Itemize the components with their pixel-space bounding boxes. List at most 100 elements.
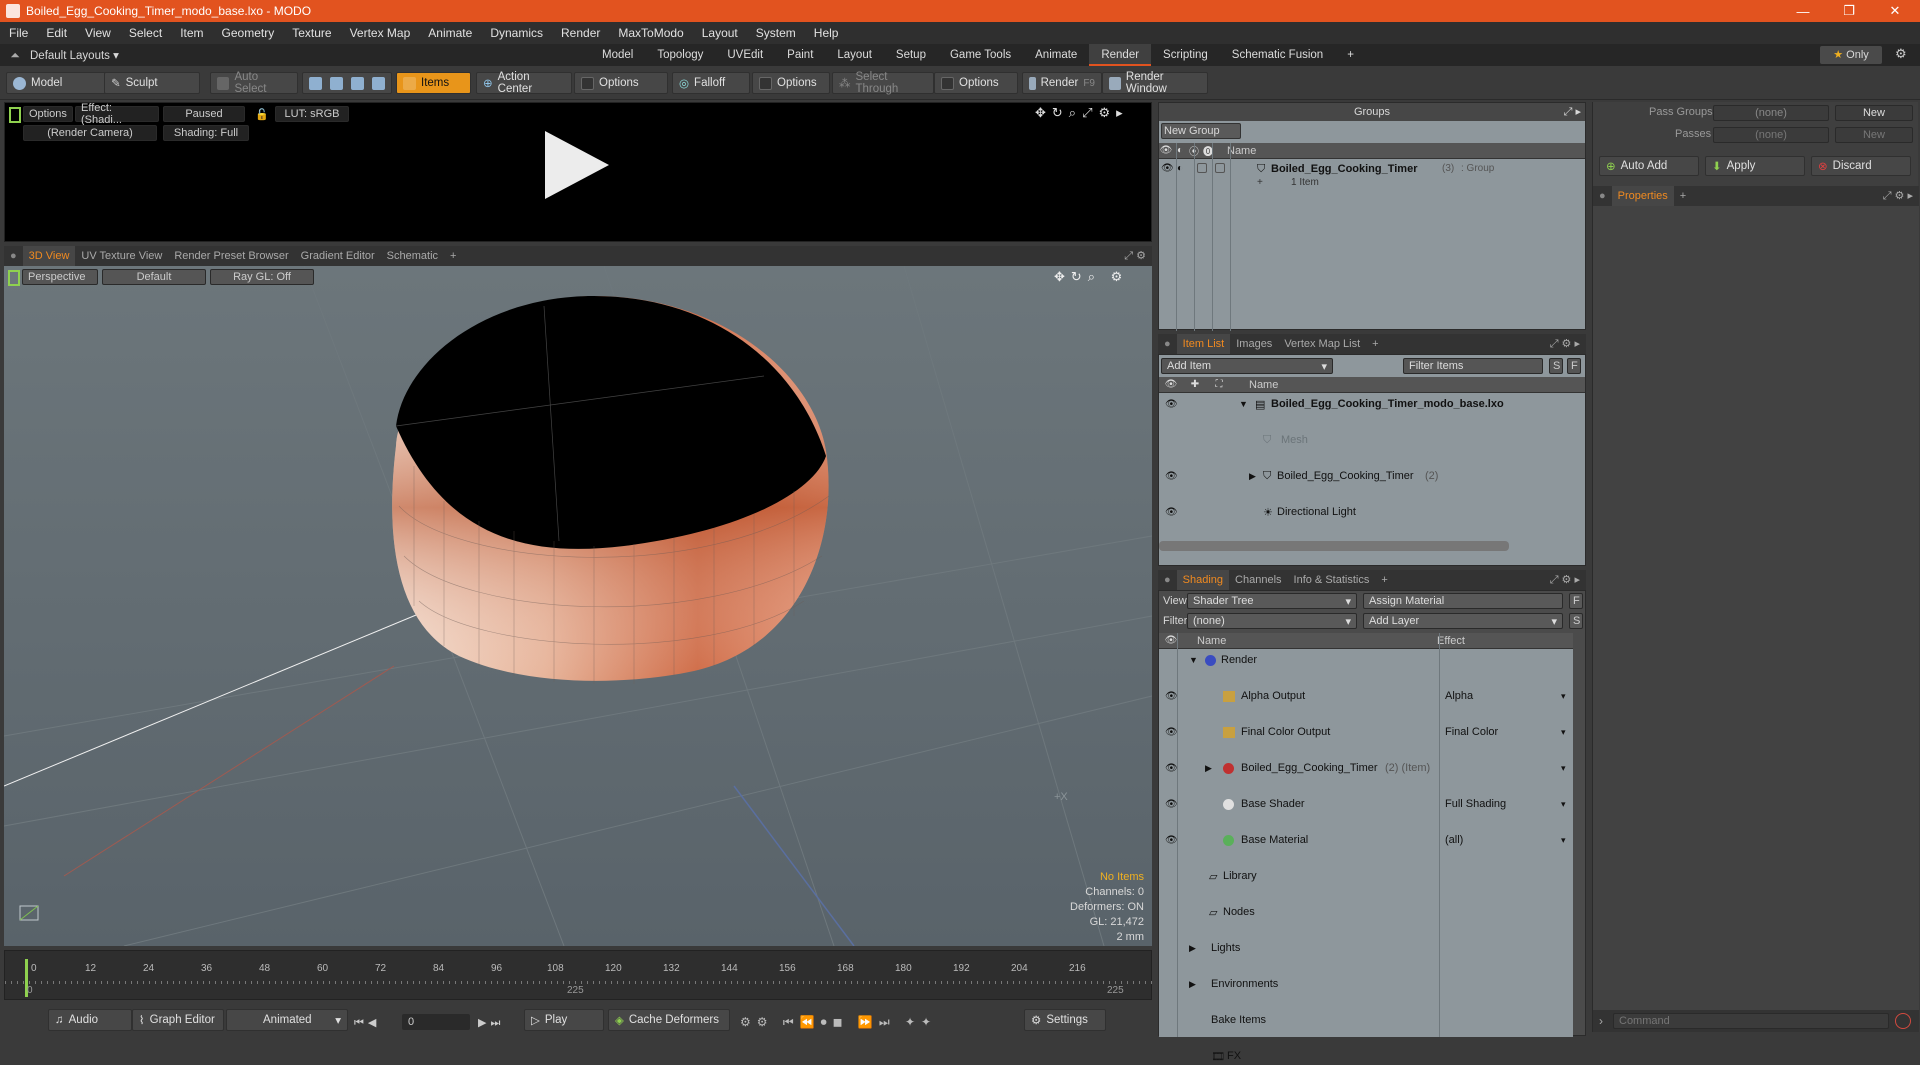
add-tab-icon[interactable]: + <box>444 246 462 266</box>
tab-layout[interactable]: Layout <box>825 44 884 66</box>
skip-forward-controls[interactable]: ▶⏭ <box>478 1016 504 1030</box>
select-box-icon[interactable] <box>1215 163 1225 173</box>
passes-dropdown[interactable]: (none) <box>1713 127 1829 143</box>
layout-preset-dropdown[interactable]: Default Layouts ▾ <box>30 48 590 62</box>
add-tab-icon[interactable]: + <box>1674 186 1692 206</box>
tab-uv-texture-view[interactable]: UV Texture View <box>75 246 168 266</box>
lock-icon[interactable]: ✚ <box>1183 379 1207 390</box>
render-window-button[interactable]: Render Window <box>1102 71 1208 95</box>
tab-paint[interactable]: Paint <box>775 44 825 66</box>
menu-geometry[interactable]: Geometry <box>213 26 284 40</box>
chevron-down-icon[interactable]: ▾ <box>1561 727 1566 738</box>
tab-properties[interactable]: Properties <box>1611 186 1674 206</box>
tab-uvedit[interactable]: UVEdit <box>715 44 775 66</box>
expand-icon[interactable]: ⤢ ▸ <box>1564 103 1581 121</box>
play-button[interactable]: ▷ Play <box>524 1009 604 1031</box>
visibility-eye-icon[interactable]: 👁 <box>1165 799 1178 810</box>
shader-row[interactable]: 👁 ▶ Boiled_Egg_Cooking_Timer (2) (Item) … <box>1159 759 1573 777</box>
shader-effect[interactable]: Final Color <box>1445 726 1498 738</box>
lock-icon[interactable]: ⦿ <box>1187 143 1201 158</box>
shader-row[interactable]: ▶ Lights <box>1159 939 1573 957</box>
shader-effect[interactable]: Alpha <box>1445 690 1473 702</box>
eye-icon[interactable]: 👁 <box>1159 379 1183 390</box>
tab-game-tools[interactable]: Game Tools <box>938 44 1023 66</box>
filter-dropdown[interactable]: (none) ▾ <box>1187 613 1357 629</box>
perspective-dropdown[interactable]: Perspective <box>22 269 98 285</box>
f-toggle[interactable]: F <box>1569 593 1583 609</box>
style-dropdown[interactable]: Default <box>102 269 206 285</box>
auto-add-button[interactable]: ⊕ Auto Add <box>1599 156 1699 176</box>
select-icon[interactable]: ⓿ <box>1201 143 1215 158</box>
link-icon[interactable]: ⛶ <box>1207 379 1231 390</box>
add-layout-tab-button[interactable]: + <box>1335 44 1366 66</box>
lock-icon[interactable]: 🔓 <box>255 108 269 121</box>
apply-button[interactable]: ⬇ Apply <box>1705 156 1805 176</box>
item-row[interactable]: 👁 ☀ Directional Light <box>1159 503 1585 521</box>
menu-select[interactable]: Select <box>120 26 171 40</box>
effect-dropdown[interactable]: Effect: (Shadi... <box>75 102 159 126</box>
add-tab-icon[interactable]: + <box>1366 334 1384 354</box>
shader-row[interactable]: 👁 Base Material (all) ▾ <box>1159 831 1573 849</box>
polygons-icon[interactable] <box>351 76 364 90</box>
render-camera-dropdown[interactable]: (Render Camera) <box>23 125 157 141</box>
items-mode-button[interactable]: Items <box>396 72 471 94</box>
s-toggle[interactable]: S <box>1569 613 1583 629</box>
chevron-down-icon[interactable]: ▾ <box>1561 691 1566 702</box>
expand-toggle-icon[interactable]: ▶ <box>1189 943 1196 954</box>
tab-channels[interactable]: Channels <box>1229 570 1287 590</box>
options-button[interactable]: Options <box>23 106 73 122</box>
tab-setup[interactable]: Setup <box>884 44 938 66</box>
visibility-eye-icon[interactable]: 👁 <box>1165 691 1178 702</box>
tab-topology[interactable]: Topology <box>645 44 715 66</box>
falloff-options-button[interactable]: Options <box>752 72 830 94</box>
menu-edit[interactable]: Edit <box>37 26 76 40</box>
shader-row[interactable]: 👁 Base Shader Full Shading ▾ <box>1159 795 1573 813</box>
key-controls[interactable]: ⚙⚙ ⏮⏪⏺◼ ⏩⏭ ✦✦ <box>740 1015 937 1030</box>
menu-system[interactable]: System <box>747 26 805 40</box>
menu-texture[interactable]: Texture <box>283 26 340 40</box>
discard-button[interactable]: ⊗ Discard <box>1811 156 1911 176</box>
falloff-button[interactable]: ◎ Falloff <box>672 72 750 94</box>
eye-icon[interactable]: 👁 <box>1159 635 1183 646</box>
preview-view-controls[interactable]: ✥↻⌕⤢⚙▸ <box>1035 105 1129 121</box>
visibility-eye-icon[interactable]: 👁 <box>1165 507 1178 518</box>
menu-item[interactable]: Item <box>171 26 212 40</box>
chevron-down-icon[interactable]: ▾ <box>1561 799 1566 810</box>
chevron-down-icon[interactable]: ▾ <box>1561 763 1566 774</box>
command-input[interactable] <box>1613 1013 1889 1029</box>
item-row[interactable]: 👁 ▼ ▤ Boiled_Egg_Cooking_Timer_modo_base… <box>1159 395 1585 413</box>
shader-row[interactable]: 👁 Final Color Output Final Color ▾ <box>1159 723 1573 741</box>
chevron-down-icon[interactable]: ▾ <box>1561 835 1566 846</box>
visibility-eye-icon[interactable]: 👁 <box>1165 399 1178 410</box>
sculpt-button[interactable]: ✎ Sculpt <box>104 72 200 94</box>
cache-deformers-button[interactable]: ◈ Cache Deformers <box>608 1009 730 1031</box>
menu-view[interactable]: View <box>76 26 120 40</box>
timeline[interactable]: 0 12 24 36 48 60 72 84 96 108 120 132 14… <box>4 950 1153 1000</box>
panel-options-icon[interactable]: ⤢ ⚙ ▸ <box>1544 334 1586 354</box>
select-through-options-button[interactable]: Options <box>934 72 1018 94</box>
menu-dynamics[interactable]: Dynamics <box>481 26 552 40</box>
view-dropdown[interactable]: Shader Tree ▾ <box>1187 593 1357 609</box>
tab-3d-view[interactable]: 3D View <box>22 246 76 266</box>
item-row[interactable]: 👁 ▶ ⛉ Boiled_Egg_Cooking_Timer (2) <box>1159 467 1585 485</box>
tab-scripting[interactable]: Scripting <box>1151 44 1220 66</box>
new-group-button[interactable]: New Group <box>1161 123 1241 139</box>
menu-file[interactable]: File <box>0 26 37 40</box>
minimize-button[interactable]: — <box>1780 0 1826 22</box>
tab-vertex-map-list[interactable]: Vertex Map List <box>1278 334 1366 354</box>
menu-vertex-map[interactable]: Vertex Map <box>341 26 420 40</box>
tab-schematic[interactable]: Schematic <box>381 246 444 266</box>
tab-shading[interactable]: Shading <box>1176 570 1230 590</box>
shading-dropdown[interactable]: Shading: Full <box>163 125 249 141</box>
layout-collapse-icon[interactable]: ⏶ <box>0 48 30 63</box>
panel-options-icon[interactable]: ⤢ ⚙ ▸ <box>1544 570 1586 590</box>
shader-effect[interactable]: (all) <box>1445 834 1463 846</box>
graph-editor-button[interactable]: ⌇ Graph Editor <box>132 1009 224 1031</box>
group-expand-icon[interactable]: + <box>1257 177 1263 188</box>
tab-animate[interactable]: Animate <box>1023 44 1089 66</box>
record-icon[interactable] <box>1895 1013 1911 1029</box>
horizontal-scrollbar[interactable] <box>1159 541 1509 551</box>
f-toggle[interactable]: F <box>1567 358 1581 374</box>
auto-select-button[interactable]: Auto Select <box>210 71 298 95</box>
new-pass-group-button[interactable]: New <box>1835 105 1913 121</box>
